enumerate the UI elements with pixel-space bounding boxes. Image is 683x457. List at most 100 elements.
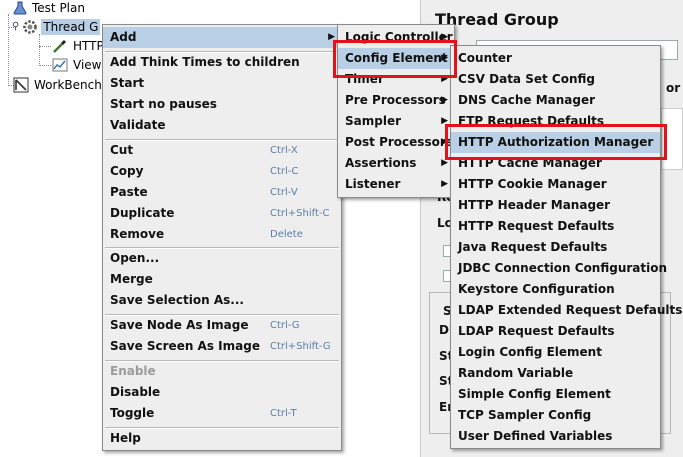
menu-item-label: HTTP Cookie Manager [458, 177, 607, 191]
shortcut-text: Ctrl-X [270, 145, 298, 156]
menu-item-label: LDAP Extended Request Defaults [458, 303, 683, 317]
menu-item-label: Save Selection As... [110, 293, 244, 307]
tree-node-http[interactable]: HTTP [52, 38, 106, 54]
menu-item-add-think-times[interactable]: Add Think Times to children [103, 52, 341, 73]
tree-label-test-plan: Test Plan [32, 1, 85, 15]
menu-item-remove[interactable]: Remove Delete [103, 224, 341, 245]
menu-item-label: CSV Data Set Config [458, 72, 595, 86]
menu-item-csv-data-set-config[interactable]: CSV Data Set Config [451, 69, 660, 90]
menu-item-label: Enable [110, 364, 156, 378]
menu-item-user-defined-variables[interactable]: User Defined Variables [451, 426, 660, 447]
menu-item-label: Save Screen As Image [110, 339, 260, 353]
menu-item-label: Duplicate [110, 206, 175, 220]
menu-item-copy[interactable]: Copy Ctrl-C [103, 161, 341, 182]
tree-label-view: View [73, 58, 102, 72]
menu-item-http-header-manager[interactable]: HTTP Header Manager [451, 195, 660, 216]
tree-node-test-plan[interactable]: Test Plan [13, 0, 87, 16]
chart-icon [52, 58, 68, 72]
menu-item-label: Save Node As Image [110, 318, 249, 332]
menu-item-label: Pre Processors [345, 93, 446, 107]
menu-item-dns-cache-manager[interactable]: DNS Cache Manager [451, 90, 660, 111]
menu-item-http-cookie-manager[interactable]: HTTP Cookie Manager [451, 174, 660, 195]
menu-item-login-config-element[interactable]: Login Config Element [451, 342, 660, 363]
flask-icon [13, 1, 27, 15]
menu-item-cut[interactable]: Cut Ctrl-X [103, 140, 341, 161]
menu-item-label: Java Request Defaults [458, 240, 608, 254]
menu-item-save-node-as-image[interactable]: Save Node As Image Ctrl-G [103, 315, 341, 336]
menu-item-keystore-configuration[interactable]: Keystore Configuration [451, 279, 660, 300]
submenu-arrow-icon: ▶ [441, 95, 448, 105]
shortcut-text: Ctrl-C [270, 166, 299, 177]
tree-node-thread-group[interactable]: ⚲ Thread G [12, 19, 101, 35]
menu-item-label: Assertions [345, 156, 417, 170]
shortcut-text: Ctrl+Shift-G [270, 341, 331, 352]
menu-item-label: Listener [345, 177, 401, 191]
menu-item-label: Help [110, 431, 141, 445]
panel-label-or: or [666, 81, 681, 95]
annotation-highlight-config-element [333, 40, 457, 78]
menu-item-label: Open... [110, 251, 160, 265]
shortcut-text: Ctrl+Shift-C [270, 208, 330, 219]
menu-item-label: Toggle [110, 406, 155, 420]
tree-node-view[interactable]: View [52, 57, 103, 73]
menu-item-simple-config-element[interactable]: Simple Config Element [451, 384, 660, 405]
menu-item-tcp-sampler-config[interactable]: TCP Sampler Config [451, 405, 660, 426]
menu-item-label: Random Variable [458, 366, 574, 380]
menu-item-pre-processors[interactable]: Pre Processors ▶ [338, 90, 454, 111]
menu-item-label: Counter [458, 51, 512, 65]
menu-item-start-no-pauses[interactable]: Start no pauses [103, 94, 341, 115]
tree-node-workbench[interactable]: WorkBench [13, 77, 104, 93]
tree-label-thread-group: Thread G [41, 19, 101, 35]
menu-item-label: Simple Config Element [458, 387, 611, 401]
tree-toggle-icon[interactable]: ⚲ [12, 19, 19, 35]
menu-item-help[interactable]: Help [103, 428, 341, 449]
menu-item-label: JDBC Connection Configuration [458, 261, 668, 275]
workbench-icon [13, 77, 29, 93]
menu-item-ldap-request-defaults[interactable]: LDAP Request Defaults [451, 321, 660, 342]
menu-item-label: Cut [110, 143, 134, 157]
menu-item-save-screen-as-image[interactable]: Save Screen As Image Ctrl+Shift-G [103, 336, 341, 357]
menu-item-merge[interactable]: Merge [103, 269, 341, 290]
menu-item-label: HTTP Header Manager [458, 198, 611, 212]
annotation-highlight-http-authorization-manager [445, 124, 667, 160]
menu-item-label: DNS Cache Manager [458, 93, 596, 107]
menu-item-duplicate[interactable]: Duplicate Ctrl+Shift-C [103, 203, 341, 224]
gear-icon [23, 20, 38, 34]
submenu-arrow-icon: ▶ [441, 179, 448, 189]
menu-item-counter[interactable]: Counter [451, 48, 660, 69]
menu-item-validate[interactable]: Validate [103, 115, 341, 136]
tree-label-workbench: WorkBench [34, 78, 102, 92]
shortcut-text: Delete [270, 229, 303, 240]
menu-item-label: Add [110, 30, 137, 44]
menu-item-label: Disable [110, 385, 161, 399]
menu-item-save-selection-as[interactable]: Save Selection As... [103, 290, 341, 311]
menu-item-post-processors[interactable]: Post Processors ▶ [338, 132, 454, 153]
menu-item-start[interactable]: Start [103, 73, 341, 94]
config-element-submenu: Counter CSV Data Set Config DNS Cache Ma… [450, 45, 682, 449]
tree-label-http: HTTP [73, 39, 104, 53]
menu-item-listener[interactable]: Listener ▶ [338, 174, 454, 195]
menu-item-add[interactable]: Add ▶ [103, 27, 341, 48]
menu-item-http-request-defaults[interactable]: HTTP Request Defaults [451, 216, 660, 237]
menu-item-label: Keystore Configuration [458, 282, 615, 296]
menu-item-paste[interactable]: Paste Ctrl-V [103, 182, 341, 203]
menu-item-label: Merge [110, 272, 153, 286]
context-menu: Add ▶ Add Think Times to children Start S… [102, 24, 342, 451]
menu-item-toggle[interactable]: Toggle Ctrl-T [103, 403, 341, 424]
menu-item-random-variable[interactable]: Random Variable [451, 363, 660, 384]
menu-item-enable: Enable [103, 361, 341, 382]
menu-item-label: Validate [110, 118, 166, 132]
menu-item-sampler[interactable]: Sampler ▶ [338, 111, 454, 132]
menu-item-label: Copy [110, 164, 144, 178]
menu-item-ldap-extended-request-defaults[interactable]: LDAP Extended Request Defaults [451, 300, 682, 321]
menu-item-label: Sampler [345, 114, 402, 128]
menu-item-label: Remove [110, 227, 165, 241]
menu-item-java-request-defaults[interactable]: Java Request Defaults [451, 237, 660, 258]
menu-item-label: TCP Sampler Config [458, 408, 592, 422]
menu-item-jdbc-connection-configuration[interactable]: JDBC Connection Configuration [451, 258, 667, 279]
shortcut-text: Ctrl-T [270, 408, 297, 419]
menu-item-open[interactable]: Open... [103, 248, 341, 269]
menu-item-assertions[interactable]: Assertions ▶ [338, 153, 454, 174]
menu-item-disable[interactable]: Disable [103, 382, 341, 403]
menu-item-label: Login Config Element [458, 345, 602, 359]
